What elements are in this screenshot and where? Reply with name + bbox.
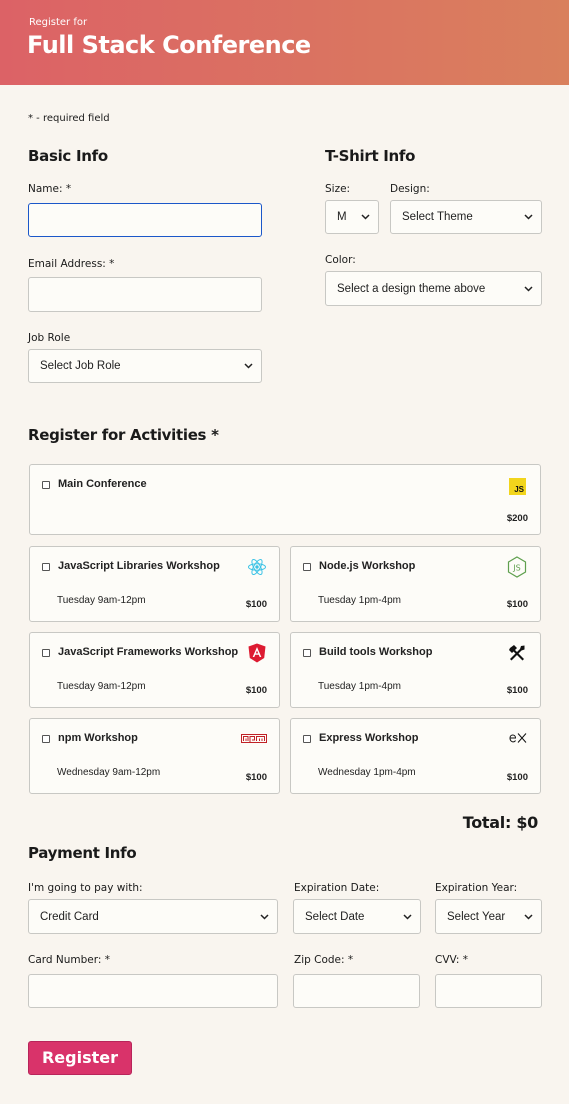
activity-time: Tuesday 9am-12pm [57, 595, 146, 606]
express-icon [509, 733, 527, 743]
activity-time: Wednesday 1pm-4pm [318, 767, 416, 778]
job-role-select[interactable]: Select Job Role [28, 349, 262, 383]
tools-icon [509, 645, 525, 661]
payment-method-label: I'm going to pay with: [28, 882, 143, 894]
chevron-down-icon [260, 913, 269, 920]
chevron-down-icon [361, 214, 370, 220]
size-label: Size: [325, 183, 351, 195]
card-number-label: Card Number: * [28, 954, 111, 966]
activity-price: $100 [245, 599, 267, 610]
activity-build-tools[interactable]: Build tools Workshop Tuesday 1pm-4pm $10… [290, 632, 541, 708]
cvv-label: CVV: * [435, 954, 468, 966]
activity-price: $100 [506, 599, 528, 610]
exp-date-select[interactable]: Select Date [293, 899, 421, 934]
npm-icon [241, 734, 267, 743]
activity-main-conference[interactable]: Main Conference JS $200 [29, 464, 541, 535]
page-header: Register for Full Stack Conference [0, 0, 569, 85]
activity-checkbox[interactable] [42, 735, 50, 743]
activity-npm[interactable]: npm Workshop Wednesday 9am-12pm $100 [29, 718, 280, 794]
activities-heading: Register for Activities * [28, 426, 219, 444]
activity-price: $100 [506, 685, 528, 696]
total-cost: Total: $0 [462, 813, 539, 832]
activity-price: $100 [245, 772, 267, 783]
activity-name: JavaScript Frameworks Workshop [58, 646, 239, 658]
nodejs-icon: JS [507, 556, 527, 578]
activity-name: Build tools Workshop [319, 646, 433, 658]
color-value: Select a design theme above [337, 282, 486, 295]
job-role-value: Select Job Role [40, 360, 121, 372]
activity-price: $200 [506, 513, 528, 524]
zip-label: Zip Code: * [294, 954, 354, 966]
activity-checkbox[interactable] [303, 649, 311, 657]
activity-express[interactable]: Express Workshop Wednesday 1pm-4pm $100 [290, 718, 541, 794]
activity-name: npm Workshop [58, 732, 138, 744]
exp-year-label: Expiration Year: [435, 882, 518, 894]
email-label: Email Address: * [28, 258, 115, 270]
required-note: * - required field [28, 113, 110, 124]
chevron-down-icon [524, 285, 533, 292]
design-select[interactable]: Select Theme [390, 200, 542, 234]
email-field[interactable] [28, 277, 262, 312]
activity-js-libraries[interactable]: JavaScript Libraries Workshop Tuesday 9a… [29, 546, 280, 622]
cvv-field[interactable] [435, 974, 542, 1008]
activity-price: $100 [245, 685, 267, 696]
tshirt-heading: T-Shirt Info [325, 147, 416, 165]
name-label: Name: * [28, 183, 72, 195]
basic-info-heading: Basic Info [28, 147, 108, 165]
size-select[interactable]: M [325, 200, 379, 234]
activity-name: Node.js Workshop [319, 560, 416, 572]
color-select[interactable]: Select a design theme above [325, 271, 542, 306]
register-button[interactable]: Register [28, 1041, 132, 1075]
name-field[interactable] [28, 203, 262, 237]
exp-date-label: Expiration Date: [294, 882, 380, 894]
chevron-down-icon [524, 913, 533, 920]
activity-name: Express Workshop [319, 732, 419, 744]
angular-icon [248, 643, 266, 663]
activity-checkbox[interactable] [303, 563, 311, 571]
job-role-label: Job Role [28, 332, 71, 344]
activity-time: Wednesday 9am-12pm [57, 767, 161, 778]
header-subtitle: Register for [29, 17, 88, 28]
exp-date-value: Select Date [305, 910, 365, 923]
exp-year-select[interactable]: Select Year [435, 899, 542, 934]
zip-field[interactable] [293, 974, 420, 1008]
exp-year-value: Select Year [447, 910, 506, 923]
activity-js-frameworks[interactable]: JavaScript Frameworks Workshop Tuesday 9… [29, 632, 280, 708]
activity-checkbox[interactable] [42, 649, 50, 657]
design-value: Select Theme [402, 211, 473, 223]
activity-time: Tuesday 9am-12pm [57, 681, 146, 692]
activity-nodejs[interactable]: Node.js Workshop JS Tuesday 1pm-4pm $100 [290, 546, 541, 622]
js-icon: JS [509, 478, 526, 495]
activity-checkbox[interactable] [42, 481, 50, 489]
payment-heading: Payment Info [28, 844, 137, 862]
design-label: Design: [390, 183, 430, 195]
card-number-field[interactable] [28, 974, 278, 1008]
chevron-down-icon [403, 913, 412, 920]
activity-time: Tuesday 1pm-4pm [318, 681, 401, 692]
svg-text:JS: JS [512, 564, 520, 573]
chevron-down-icon [244, 363, 253, 369]
color-label: Color: [325, 254, 356, 266]
activity-checkbox[interactable] [303, 735, 311, 743]
activity-price: $100 [506, 772, 528, 783]
activity-name: Main Conference [58, 478, 147, 490]
react-icon [248, 558, 266, 576]
chevron-down-icon [524, 214, 533, 220]
activity-checkbox[interactable] [42, 563, 50, 571]
payment-method-value: Credit Card [40, 910, 99, 923]
page-title: Full Stack Conference [27, 31, 311, 59]
activity-time: Tuesday 1pm-4pm [318, 595, 401, 606]
size-value: M [337, 211, 347, 223]
activity-name: JavaScript Libraries Workshop [58, 560, 220, 572]
payment-method-select[interactable]: Credit Card [28, 899, 278, 934]
